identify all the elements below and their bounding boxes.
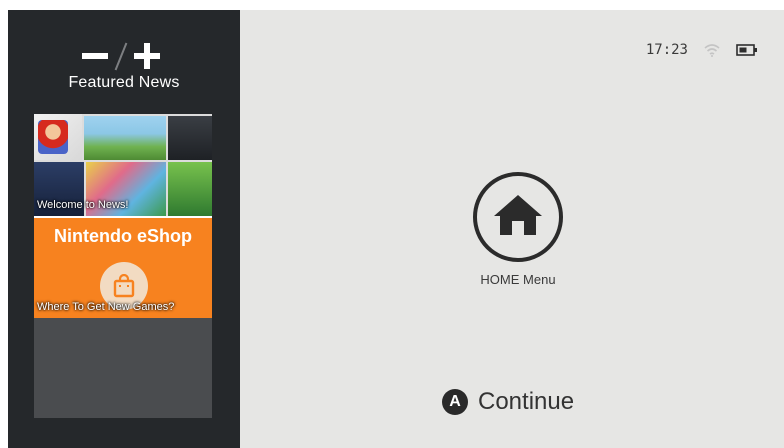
a-button-icon: A — [442, 389, 468, 415]
news-tile-caption: Welcome to News! — [37, 199, 129, 211]
clock: 17:23 — [645, 42, 688, 58]
game-thumbnail — [168, 116, 212, 160]
shopping-bag-icon — [113, 274, 135, 298]
status-bar: 17:23 — [646, 40, 758, 60]
featured-news-sidebar: Featured News Welcome to News! Nintendo … — [8, 10, 240, 448]
home-menu-button[interactable] — [472, 171, 564, 263]
continue-button[interactable]: A Continue — [442, 386, 574, 418]
game-thumbnail — [84, 116, 166, 160]
eshop-logo: Nintendo eShop — [54, 226, 192, 246]
minus-plus-icon — [82, 42, 168, 71]
news-tile-empty — [34, 318, 212, 418]
mario-thumbnail — [38, 120, 68, 154]
wifi-icon — [704, 44, 720, 57]
game-thumbnail — [168, 162, 212, 216]
news-screen: Featured News Welcome to News! Nintendo … — [8, 10, 784, 448]
sidebar-title: Featured News — [68, 74, 180, 91]
battery-icon — [736, 44, 757, 56]
home-menu-label: HOME Menu — [480, 272, 556, 287]
news-tile-welcome[interactable]: Welcome to News! — [34, 114, 212, 216]
continue-label: Continue — [478, 388, 575, 415]
news-tile-caption: Where To Get New Games? — [37, 301, 175, 313]
news-tile-eshop[interactable]: Nintendo eShop Where To Get New Games? — [34, 216, 212, 318]
